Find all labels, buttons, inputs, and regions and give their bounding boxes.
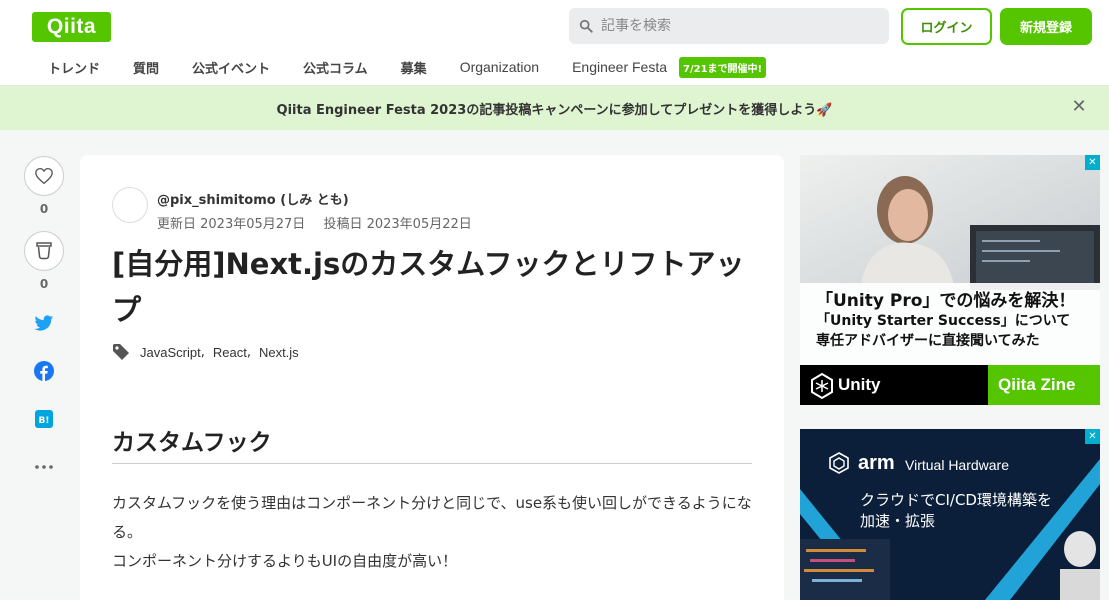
close-icon[interactable]: ✕ <box>1071 98 1087 116</box>
login-button[interactable]: ログイン <box>901 8 992 45</box>
article-dates: 更新日 2023年05月27日 投稿日 2023年05月22日 <box>157 213 486 232</box>
nav-item-questions[interactable]: 質問 <box>133 58 159 77</box>
banner-text[interactable]: Qiita Engineer Festa 2023の記事投稿キャンペーンに参加し… <box>277 99 833 118</box>
twitter-share[interactable] <box>24 311 64 335</box>
global-nav: トレンド 質問 公式イベント 公式コラム 募集 Organization Eng… <box>32 56 767 78</box>
ad-arm-image <box>800 429 1100 600</box>
ad-arm-line1: クラウドでCI/CD環境構築を <box>860 491 1052 509</box>
like-count: 0 <box>39 202 49 216</box>
body-paragraph: カスタムフックを使う理由はコンポーネント分けと同じで、use系も使い回しができる… <box>112 494 752 541</box>
more-options[interactable] <box>24 455 64 479</box>
facebook-share[interactable] <box>24 359 64 383</box>
tag-react[interactable]: React <box>213 345 247 360</box>
tag-nextjs[interactable]: Next.js <box>259 345 299 360</box>
nav-item-trend[interactable]: トレンド <box>48 58 100 77</box>
svg-text:B!: B! <box>39 416 50 426</box>
nav-item-engineer-festa[interactable]: Engineer Festa <box>572 59 667 75</box>
search-icon <box>579 19 593 33</box>
ad-unity[interactable]: 「Unity Pro」での悩みを解決！ 「Unity Starter Succe… <box>800 155 1100 405</box>
ad-unity-line3: 専任アドバイザーに直接聞いてみた <box>816 333 1040 349</box>
hatena-bookmark-icon: B! <box>35 410 53 428</box>
posted-date: 投稿日 2023年05月22日 <box>323 217 472 232</box>
qiita-logo[interactable]: Qiita <box>32 12 111 42</box>
ad-info-icon[interactable]: ✕ <box>1085 155 1100 170</box>
nav-item-official-columns[interactable]: 公式コラム <box>303 58 368 77</box>
nav-item-official-events[interactable]: 公式イベント <box>192 58 270 77</box>
ad-unity-line1: 「Unity Pro」での悩みを解決！ <box>816 291 1076 311</box>
updated-date: 更新日 2023年05月27日 <box>157 217 306 232</box>
stock-icon <box>36 242 52 260</box>
like-button[interactable] <box>24 156 64 196</box>
campaign-banner[interactable]: Qiita Engineer Festa 2023の記事投稿キャンペーンに参加し… <box>0 86 1109 130</box>
section-heading: カスタムフック <box>112 423 752 464</box>
tag-list: JavaScript, React, Next.js <box>112 343 299 361</box>
article-body: カスタムフックを使う理由はコンポーネント分けと同じで、use系も使い回しができる… <box>112 489 752 576</box>
festa-badge[interactable]: 7/21まで開催中! <box>679 56 767 78</box>
signup-button[interactable]: 新規登録 <box>1000 8 1092 45</box>
facebook-icon <box>34 361 54 381</box>
tag-javascript[interactable]: JavaScript <box>140 345 201 360</box>
stock-count: 0 <box>39 277 49 291</box>
ad-unity-line2: 「Unity Starter Success」について <box>816 313 1071 329</box>
stock-button[interactable] <box>24 231 64 271</box>
article-card: @pix_shimitomo (しみ とも) 更新日 2023年05月27日 投… <box>80 155 784 600</box>
tag-icon <box>113 344 129 360</box>
nav-item-recruiting[interactable]: 募集 <box>401 58 427 77</box>
ad-qiita-zine-brand: Qiita Zine <box>998 375 1076 394</box>
ad-unity-brand: Unity <box>838 375 881 394</box>
action-rail: 0 0 B! <box>24 156 64 479</box>
ad-arm-line2: 加速・拡張 <box>860 512 936 530</box>
search-bar[interactable] <box>569 8 889 44</box>
avatar[interactable] <box>112 187 148 223</box>
author-name[interactable]: @pix_shimitomo (しみ とも) <box>157 189 349 208</box>
more-icon <box>35 465 53 469</box>
nav-item-organization[interactable]: Organization <box>460 59 539 75</box>
ad-unity-image <box>800 155 1100 405</box>
header: Qiita ログイン 新規登録 トレンド 質問 公式イベント 公式コラム 募集 … <box>0 0 1109 86</box>
twitter-icon <box>34 314 54 331</box>
ad-arm-brand: arm <box>858 452 895 474</box>
body-paragraph: コンポーネント分けするよりもUIの自由度が高い！ <box>112 552 458 570</box>
ad-arm-sub: Virtual Hardware <box>905 457 1010 473</box>
article-title: [自分用]Next.jsのカスタムフックとリフトアップ <box>112 247 745 327</box>
heart-icon <box>35 167 53 185</box>
search-input[interactable] <box>601 18 881 34</box>
ad-info-icon[interactable]: ✕ <box>1085 429 1100 444</box>
hatena-bookmark-share[interactable]: B! <box>24 407 64 431</box>
ad-arm[interactable]: arm Virtual Hardware クラウドでCI/CD環境構築を 加速・… <box>800 429 1100 600</box>
